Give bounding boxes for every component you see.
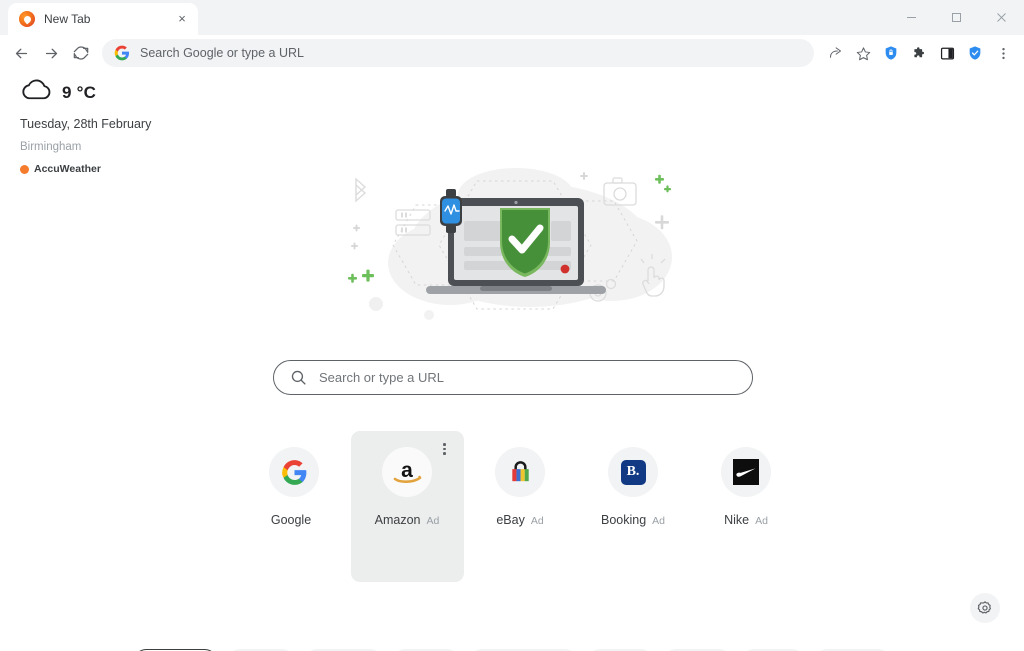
google-logo-icon [281,459,308,486]
search-input[interactable]: Search or type a URL [273,360,753,395]
shortcut-label-row: Amazon Ad [375,513,440,527]
more-menu-icon[interactable] [990,40,1016,66]
tab-title: New Tab [44,12,91,26]
shortcut-icon-wrap: B. [608,447,658,497]
address-bar[interactable]: Search Google or type a URL [102,39,814,67]
accuweather-logo-icon [20,164,29,174]
shortcut-icon-wrap: a [382,447,432,497]
nike-swoosh-icon [733,459,759,485]
close-button[interactable] [979,0,1024,35]
shortcut-label-row: Nike Ad [724,513,768,527]
shortcut-label: Booking [600,513,647,527]
secure-laptop-shield-illustration [330,153,695,333]
shortcut-ad-badge: Ad [426,515,440,527]
shortcut-label-row: Google [271,513,317,527]
gear-icon[interactable] [970,593,1000,623]
security-shield-icon[interactable] [962,40,988,66]
shortcut-icon-wrap [269,447,319,497]
extensions-puzzle-icon[interactable] [906,40,932,66]
ebay-bag-icon [507,459,534,486]
tab-strip: New Tab × [0,0,1024,35]
weather-provider-name: AccuWeather [34,163,101,175]
search-input-placeholder: Search or type a URL [319,370,445,385]
address-bar-placeholder: Search Google or type a URL [140,46,304,60]
shortcut-ad-badge: Ad [652,515,666,527]
svg-text:a: a [401,459,413,482]
shortcut-tile-google[interactable]: Google [238,431,351,582]
shortcut-label: Nike [724,513,750,527]
weather-city: Birmingham [20,141,82,153]
shortcut-label-row: eBay Ad [496,513,543,527]
tile-more-menu-icon[interactable] [438,441,452,457]
booking-logo-icon: B. [620,459,646,485]
share-icon[interactable] [822,40,848,66]
weather-widget[interactable]: 9 °C Tuesday, 28th February Birmingham A… [20,79,151,175]
shortcut-label: Amazon [374,513,421,527]
shortcut-icon-wrap [495,447,545,497]
avast-browser-icon [19,11,35,27]
close-icon[interactable]: × [174,11,190,27]
shortcut-label: Google [270,513,312,527]
google-g-icon [114,45,130,61]
weather-headline: 9 °C [20,79,151,106]
maximize-button[interactable] [934,0,979,35]
shortcut-tiles: Google a Amazon Ad eBay Ad B. Booking Ad… [230,431,810,582]
weather-date: Tuesday, 28th February [20,117,152,131]
shortcut-tile-nike[interactable]: Nike Ad [690,431,803,582]
browser-toolbar: Search Google or type a URL [0,35,1024,71]
amazon-logo-icon: a [390,457,424,487]
cloud-icon [20,79,53,106]
shortcut-label: eBay [496,513,525,527]
minimize-button[interactable] [889,0,934,35]
back-arrow-icon[interactable] [6,38,36,68]
search-magnifier-icon [290,369,307,386]
browser-window: New Tab × Search Google or type a URL 9 … [0,0,1024,651]
shortcut-tile-booking[interactable]: B. Booking Ad [577,431,690,582]
browser-tab[interactable]: New Tab × [8,3,198,35]
side-panel-icon[interactable] [934,40,960,66]
password-shield-icon[interactable] [878,40,904,66]
weather-temperature: 9 °C [62,82,97,102]
weather-provider[interactable]: AccuWeather [20,163,151,175]
shortcut-tile-ebay[interactable]: eBay Ad [464,431,577,582]
window-controls [889,0,1024,35]
shortcut-label-row: Booking Ad [601,513,665,527]
reload-icon[interactable] [66,38,96,68]
shortcut-tile-amazon[interactable]: a Amazon Ad [350,431,464,582]
toolbar-actions [822,40,1016,66]
forward-arrow-icon[interactable] [36,38,66,68]
shortcut-ad-badge: Ad [755,515,768,527]
new-tab-page: 9 °C Tuesday, 28th February Birmingham A… [0,71,1024,651]
bookmark-star-icon[interactable] [850,40,876,66]
shortcut-ad-badge: Ad [530,515,544,527]
shortcut-icon-wrap [721,447,771,497]
